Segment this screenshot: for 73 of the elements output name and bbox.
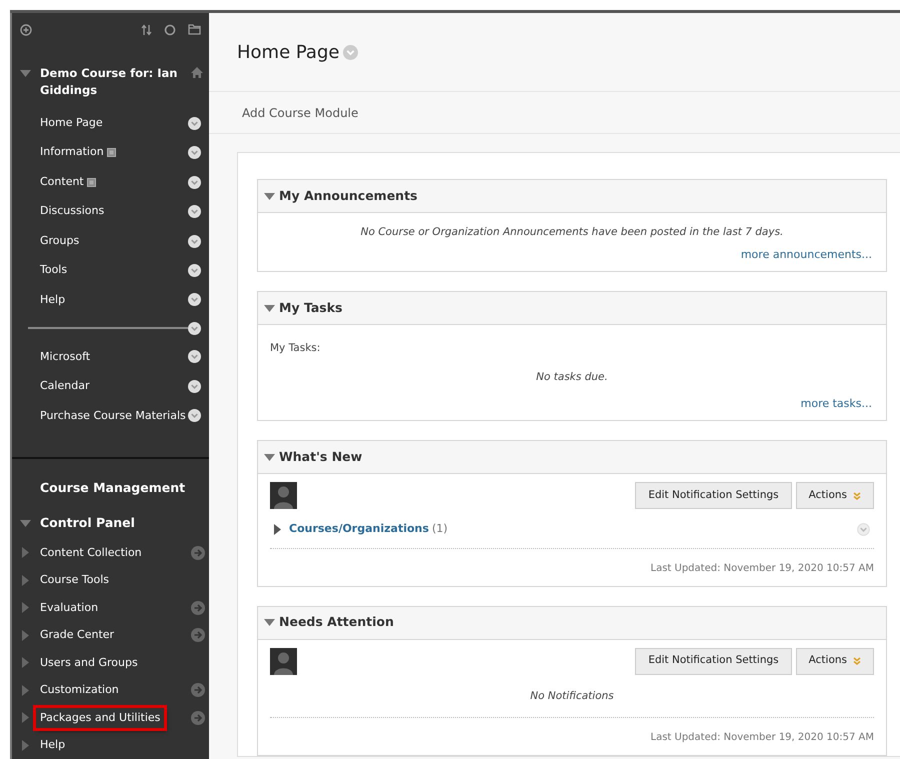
menu-link[interactable]: Course Tools [36, 570, 113, 591]
menu-link[interactable]: Help [40, 292, 66, 308]
empty-message: No Notifications [530, 688, 614, 704]
chevron-down-icon[interactable] [188, 350, 201, 364]
module-title: My Announcements [279, 186, 418, 205]
panel-title: Control Panel [40, 514, 135, 532]
menu-link[interactable]: Content Collection [36, 542, 146, 564]
reorder-icon[interactable] [141, 24, 152, 36]
notification-button[interactable]: Actions [796, 482, 874, 510]
folder-icon[interactable] [188, 24, 201, 36]
item-count: (1) [432, 521, 448, 538]
avatar-icon [270, 482, 297, 510]
module-title: What's New [279, 448, 362, 466]
last-updated: Last Updated: November 19, 2020 10:57 AM [650, 730, 874, 744]
arrow-right-icon[interactable] [191, 710, 205, 725]
add-menu-item-icon[interactable] [20, 24, 32, 36]
group-link[interactable]: Courses/Organizations [289, 521, 429, 538]
more-link[interactable]: more announcements... [740, 246, 872, 264]
course-title: Demo Course for: Ian Giddings [40, 64, 178, 99]
chevron-down-icon[interactable] [188, 322, 201, 335]
chevron-down-icon[interactable] [188, 234, 201, 248]
menu-link[interactable]: Content [40, 174, 84, 190]
menu-link[interactable]: Help [36, 735, 70, 756]
menu-link[interactable]: Tools [40, 262, 68, 279]
menu-link[interactable]: Evaluation [36, 598, 102, 618]
collapse-icon[interactable] [264, 304, 275, 312]
arrow-right-icon[interactable] [191, 600, 205, 615]
menu-link[interactable]: Groups [40, 232, 80, 250]
menu-link[interactable]: Customization [36, 680, 123, 701]
chevron-down-icon[interactable] [188, 380, 201, 393]
menu-link[interactable]: Home Page [40, 115, 103, 132]
module-title: My Tasks [279, 298, 342, 317]
collapse-icon[interactable] [20, 70, 31, 77]
tasks-label: My Tasks: [270, 341, 322, 356]
module-title: Needs Attention [279, 613, 394, 632]
section-title: Course Management [39, 478, 186, 497]
double-chevron-icon [853, 492, 861, 500]
menu-link[interactable]: Information [40, 144, 104, 161]
refresh-icon[interactable] [164, 24, 176, 36]
home-icon[interactable] [191, 66, 203, 78]
chevron-down-icon[interactable] [188, 116, 201, 130]
more-link[interactable]: more tasks... [800, 396, 872, 412]
collapse-icon[interactable] [264, 192, 275, 200]
menu-link[interactable]: Discussions [40, 203, 104, 220]
menu-link[interactable]: Microsoft [40, 348, 90, 366]
notification-button[interactable]: Actions [796, 648, 874, 675]
collapse-icon[interactable] [20, 520, 31, 528]
collapse-icon[interactable] [264, 454, 275, 461]
chevron-down-icon[interactable] [188, 293, 201, 306]
menu-link[interactable]: Calendar [40, 378, 90, 395]
chevron-down-icon[interactable] [188, 409, 201, 422]
chevron-down-icon[interactable] [188, 146, 201, 160]
arrow-right-icon[interactable] [191, 628, 205, 642]
chevron-down-icon[interactable] [188, 176, 201, 189]
menu-link[interactable]: Purchase Course Materials [40, 408, 186, 424]
arrow-right-icon[interactable] [191, 546, 205, 560]
notification-button[interactable]: Edit Notification Settings [635, 482, 792, 510]
notification-button[interactable]: Edit Notification Settings [635, 648, 792, 675]
page-title: Home Page [237, 40, 340, 64]
menu-link[interactable]: Grade Center [36, 625, 118, 646]
double-chevron-icon [853, 657, 861, 666]
last-updated: Last Updated: November 19, 2020 10:57 AM [650, 562, 874, 576]
menu-link[interactable]: Packages and Utilities [36, 708, 164, 728]
menu-link[interactable]: Users and Groups [36, 652, 142, 674]
arrow-right-icon[interactable] [191, 683, 205, 698]
expand-icon[interactable] [274, 524, 281, 535]
collapse-icon[interactable] [264, 619, 275, 626]
add-course-module-link[interactable]: Add Course Module [242, 104, 358, 122]
chevron-down-icon[interactable] [188, 264, 201, 278]
empty-message: No Course or Organization Announcements have been posted in the last 7 days. [360, 225, 784, 240]
avatar-icon [270, 648, 297, 675]
chevron-down-icon[interactable] [188, 205, 201, 218]
empty-message: No tasks due. [535, 370, 609, 385]
